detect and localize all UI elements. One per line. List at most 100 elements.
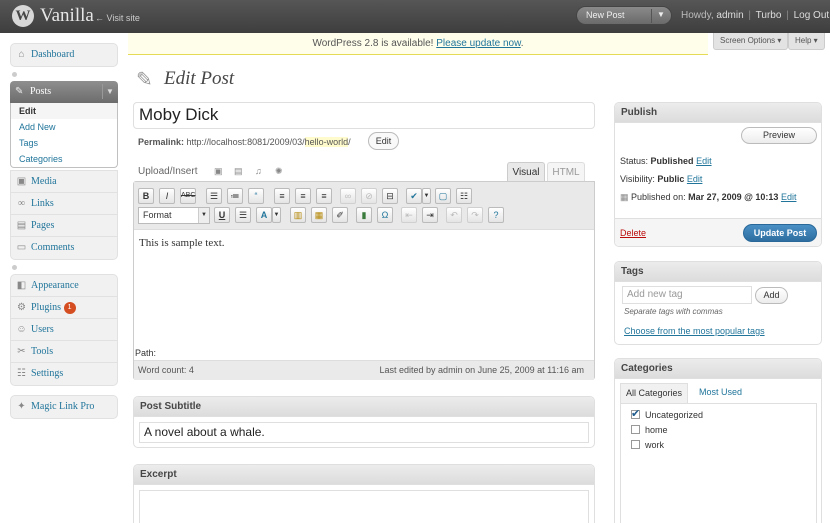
sidebar-item-links[interactable]: ∞ Links — [11, 193, 117, 215]
remove-format-icon[interactable]: ✐ — [332, 207, 348, 223]
sidebar-item-posts[interactable]: ✎ Posts ▼ — [10, 81, 118, 103]
edit-status-link[interactable]: Edit — [696, 156, 712, 166]
category-item[interactable]: Uncategorized — [631, 407, 703, 420]
editor-content[interactable]: This is sample text. — [139, 237, 225, 249]
edit-timestamp-link[interactable]: Edit — [781, 192, 797, 202]
sidebar-item-media[interactable]: ▣ Media — [11, 171, 117, 193]
help-tab[interactable]: Help ▾ — [788, 33, 825, 50]
unlink-icon[interactable]: ⊘ — [361, 188, 377, 204]
kitchen-sink-icon[interactable]: ☷ — [456, 188, 472, 204]
publish-box: Publish Preview Status: Published Edit V… — [614, 102, 822, 247]
sidebar-item-tools[interactable]: ✂ Tools — [11, 341, 117, 363]
link-icon[interactable]: ∞ — [340, 188, 356, 204]
popular-tags-link[interactable]: Choose from the most popular tags — [624, 326, 765, 336]
justify-button[interactable]: ☰ — [235, 207, 251, 223]
tags-heading[interactable]: Tags — [615, 262, 821, 282]
permalink-slug[interactable]: hello-world — [304, 137, 349, 147]
special-character-icon[interactable]: Ω — [377, 207, 393, 223]
help-icon[interactable]: ? — [488, 207, 504, 223]
site-title[interactable]: Vanilla — [40, 5, 94, 27]
delete-link[interactable]: Delete — [620, 228, 646, 238]
permalink-edit-button[interactable]: Edit — [368, 132, 399, 150]
preview-button[interactable]: Preview — [741, 127, 817, 144]
submenu-item-categories[interactable]: Categories — [11, 151, 117, 167]
post-subtitle-heading[interactable]: Post Subtitle — [134, 397, 594, 417]
spellcheck-dropdown-icon[interactable]: ▼ — [422, 188, 431, 204]
logout-link[interactable]: Log Out — [794, 10, 830, 21]
sidebar-item-settings[interactable]: ☷ Settings — [11, 363, 117, 385]
numbered-list-button[interactable]: ≔ — [227, 188, 243, 204]
add-audio-icon[interactable]: ♫ — [255, 166, 262, 176]
new-post-label[interactable]: New Post — [586, 10, 625, 20]
categories-heading[interactable]: Categories — [615, 359, 821, 379]
post-subtitle-input[interactable]: A novel about a whale. — [139, 422, 589, 443]
sidebar-item-dashboard[interactable]: ⌂ Dashboard — [11, 44, 117, 66]
sidebar-item-plugins[interactable]: ⚙ Plugins 1 — [11, 297, 117, 319]
excerpt-textarea[interactable] — [139, 490, 589, 523]
sidebar-item-pages[interactable]: ▤ Pages — [11, 215, 117, 237]
menu-group-content-rest: ▣ Media ∞ Links ▤ Pages ▭ Comments — [10, 170, 118, 260]
text-color-icon[interactable]: A — [256, 207, 272, 223]
new-tag-input[interactable]: Add new tag — [622, 286, 752, 304]
turbo-link[interactable]: Turbo — [756, 10, 782, 21]
strikethrough-button[interactable]: ABC — [180, 188, 196, 204]
add-video-icon[interactable]: ▤ — [234, 166, 243, 177]
sidebar-item-magic-link-pro[interactable]: ✦ Magic Link Pro — [11, 396, 117, 418]
underline-button[interactable]: U — [214, 207, 230, 223]
chevron-down-icon[interactable]: ▼ — [657, 10, 665, 19]
admin-header: W Vanilla ← Visit site New Post ▼ Howdy,… — [0, 0, 830, 33]
align-right-button[interactable]: ≡ — [316, 188, 332, 204]
tab-all-categories[interactable]: All Categories — [620, 383, 689, 403]
publish-heading[interactable]: Publish — [615, 103, 821, 123]
paste-text-icon[interactable]: ▥ — [290, 207, 306, 223]
blockquote-button[interactable]: “ — [248, 188, 264, 204]
visit-site-link[interactable]: ← Visit site — [95, 13, 140, 23]
update-now-link[interactable]: Please update now — [436, 38, 521, 49]
undo-icon[interactable]: ↶ — [446, 207, 462, 223]
category-item[interactable]: work — [631, 440, 664, 450]
add-media-icon[interactable]: ✺ — [275, 166, 283, 177]
text-color-dropdown-icon[interactable]: ▼ — [272, 207, 281, 223]
tab-html[interactable]: HTML — [547, 162, 585, 181]
category-checkbox[interactable] — [631, 440, 640, 449]
tab-most-used[interactable]: Most Used — [694, 383, 747, 403]
bullet-list-button[interactable]: ☰ — [206, 188, 222, 204]
screen-options-tab[interactable]: Screen Options ▾ — [713, 33, 789, 50]
chevron-down-icon[interactable]: ▼ — [198, 208, 209, 223]
paste-word-icon[interactable]: ▦ — [311, 207, 327, 223]
sidebar-item-users[interactable]: ☺ Users — [11, 319, 117, 341]
add-tag-button[interactable]: Add — [755, 287, 788, 304]
format-select[interactable]: Format ▼ — [138, 207, 210, 224]
insert-more-button[interactable]: ⊟ — [382, 188, 398, 204]
insert-media-icon[interactable]: ▮ — [356, 207, 372, 223]
excerpt-heading[interactable]: Excerpt — [134, 465, 594, 485]
tab-visual[interactable]: Visual — [507, 162, 545, 181]
spellcheck-icon[interactable]: ✔ — [406, 188, 422, 204]
category-checkbox[interactable] — [631, 425, 640, 434]
align-left-button[interactable]: ≡ — [274, 188, 290, 204]
italic-button[interactable]: I — [159, 188, 175, 204]
plugin-icon: ⚙ — [17, 302, 26, 313]
fullscreen-icon[interactable]: ▢ — [435, 188, 451, 204]
submenu-item-add-new[interactable]: Add New — [11, 119, 117, 135]
submenu-item-tags[interactable]: Tags — [11, 135, 117, 151]
outdent-icon[interactable]: ⇤ — [401, 207, 417, 223]
menu-toggle-icon[interactable]: ▼ — [102, 84, 117, 99]
submenu-item-edit[interactable]: Edit — [11, 103, 117, 119]
excerpt-box: Excerpt — [133, 464, 595, 523]
category-checkbox[interactable] — [631, 407, 640, 420]
bold-button[interactable]: B — [138, 188, 154, 204]
sidebar-item-appearance[interactable]: ◧ Appearance — [11, 275, 117, 297]
post-title-input[interactable]: Moby Dick — [133, 102, 595, 129]
plugins-update-badge: 1 — [63, 302, 76, 314]
username-link[interactable]: admin — [716, 10, 743, 21]
edit-visibility-link[interactable]: Edit — [687, 174, 703, 184]
update-post-button[interactable]: Update Post — [743, 224, 817, 242]
sidebar-item-comments[interactable]: ▭ Comments — [11, 237, 117, 259]
align-center-button[interactable]: ≡ — [295, 188, 311, 204]
redo-icon[interactable]: ↷ — [467, 207, 483, 223]
category-item[interactable]: home — [631, 425, 668, 435]
indent-icon[interactable]: ⇥ — [422, 207, 438, 223]
new-post-favorite-button[interactable]: New Post ▼ — [576, 6, 672, 25]
add-image-icon[interactable]: ▣ — [214, 166, 223, 177]
